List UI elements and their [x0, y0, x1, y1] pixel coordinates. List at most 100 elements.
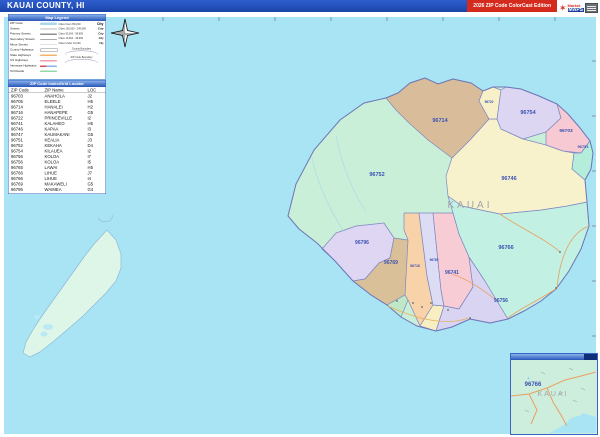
edition-banner: 2026 ZIP Code ColorCast Edition	[467, 0, 557, 12]
cell-loc: G4	[88, 187, 103, 192]
publisher-logo: ✶ Market MAPS	[557, 0, 600, 16]
table-row: 96766LIHUEI4	[9, 176, 106, 182]
cell-loc: D4	[88, 143, 103, 148]
table-row: 96796WAIMEAG4	[9, 187, 106, 193]
legend-city-sample: City	[97, 23, 105, 27]
cell-zip-name: ELEELE	[45, 99, 88, 104]
table-row: 96756KOLOAI7	[9, 154, 106, 160]
table-row: 96765LAWAIH5	[9, 165, 106, 171]
table-row: 96741KALAHEOH5	[9, 121, 106, 127]
inset-zip-label: 96766	[525, 382, 542, 388]
cell-zip-name: LIHUE	[45, 176, 88, 181]
legend-item-swatch	[40, 60, 57, 62]
zip-label-96714: 96714	[432, 118, 448, 124]
cell-zip-name: MAKAWELI	[45, 181, 88, 186]
cell-loc: G5	[88, 132, 103, 137]
zip-label-96703: 96703	[559, 128, 573, 134]
cell-zip-name: KAPAA	[45, 126, 88, 131]
legend-city-list: Cities Over 250,000CityCities 100,000 - …	[59, 22, 105, 63]
cell-zip-name: LIHUE	[45, 170, 88, 175]
cell-zip-name: KEALIA	[45, 137, 88, 142]
legend-item-swatch	[40, 55, 57, 57]
inset-map-svg: 96766 KAUAI +	[511, 360, 596, 433]
cell-zip-name: KEKAHA	[45, 143, 88, 148]
cell-loc: J2	[88, 93, 103, 98]
zip-label-96754: 96754	[520, 110, 536, 116]
zip-label-96756: 96756	[494, 298, 508, 304]
legend-city-label: Cities Under 10,000	[59, 42, 81, 45]
cell-loc: H5	[88, 121, 103, 126]
table-row: 96703ANAHOLAJ2	[9, 93, 106, 99]
cell-zip-name: KAUMAKANI	[45, 132, 88, 137]
legend-item-label: ZIP Code	[10, 22, 39, 25]
cell-loc: H2	[88, 104, 103, 109]
cell-zip-name: ANAHOLA	[45, 93, 88, 98]
col-zip-name: ZIP Name	[45, 87, 88, 92]
table-row: 96756KOLOAI5	[9, 159, 106, 165]
cell-zip-name: HANAPEPE	[45, 110, 88, 115]
cell-loc: J7	[88, 170, 103, 175]
cell-zip-name: PRINCEVILLE	[45, 115, 88, 120]
legend-city-label: Cities 100,000 - 249,999	[59, 28, 86, 31]
legend-item-label: State Highways	[10, 54, 39, 57]
table-row: 96766LIHUEJ7	[9, 170, 106, 176]
zip-label-96746: 96746	[501, 176, 516, 182]
cell-loc: G5	[88, 181, 103, 186]
zip-index-panel: ZIP Code Index/Grid Locator ZIP Code ZIP…	[8, 80, 106, 194]
cell-loc: I2	[88, 115, 103, 120]
cell-zip-code: 96754	[9, 148, 45, 153]
cell-loc: H5	[88, 165, 103, 170]
zip-label-96722: 96722	[485, 100, 494, 104]
legend-city-sample: City	[99, 37, 105, 40]
page-title: KAUAI COUNTY, HI	[7, 1, 85, 10]
legend-boundary-item: ZIP Code Boundary	[59, 56, 105, 63]
legend-item-label: Streets	[10, 27, 39, 30]
inset-title-bar	[511, 354, 597, 360]
legend-panel: Map Legend ZIP CodeStreetsPrimary Street…	[8, 14, 106, 80]
legend-item-swatch	[40, 33, 57, 35]
inset-island-label: KAUAI	[537, 391, 568, 398]
legend-boundary-arc	[65, 50, 98, 54]
cell-zip-code: 96765	[9, 165, 45, 170]
table-row: 96746KAPAAI3	[9, 126, 106, 132]
cell-zip-code: 96752	[9, 143, 45, 148]
cell-zip-code: 96722	[9, 115, 45, 120]
cell-zip-name: KILAUEA	[45, 148, 88, 153]
cell-zip-code: 96769	[9, 181, 45, 186]
logo-star-icon: ✶	[559, 4, 567, 13]
logo-brand-bottom: MAPS	[568, 8, 584, 12]
cell-zip-code: 96766	[9, 176, 45, 181]
cell-loc: I3	[88, 126, 103, 131]
table-row: 96716HANAPEPEG5	[9, 110, 106, 116]
legend-item-label: County Highways	[10, 49, 39, 52]
cell-zip-name: KOLOA	[45, 154, 88, 159]
legend-boundary-arc	[65, 59, 98, 63]
zip-label-96765: 96765	[430, 258, 439, 262]
legend-city-sample: City	[99, 42, 104, 45]
cell-zip-code: 96756	[9, 159, 45, 164]
cell-zip-code: 96714	[9, 104, 45, 109]
legend-item-label: Secondary Streets	[10, 38, 39, 41]
cell-loc: J3	[88, 137, 103, 142]
cell-loc: I2	[88, 148, 103, 153]
cell-zip-code: 96756	[9, 154, 45, 159]
zip-label-96766: 96766	[498, 245, 513, 251]
cell-zip-name: LAWAI	[45, 165, 88, 170]
table-row: 96705ELEELEH5	[9, 99, 106, 105]
zip-index-body: 96703ANAHOLAJ296705ELEELEH596714HANALEIH…	[9, 93, 106, 192]
zip-label-96741: 96741	[445, 270, 459, 276]
logo-info-box	[585, 3, 598, 13]
cell-zip-name: WAIMEA	[45, 187, 88, 192]
legend-city-label: Cities 50,000 - 99,999	[59, 32, 83, 35]
table-row: 96722PRINCEVILLEI2	[9, 115, 106, 121]
legend-item-label: US Highways	[10, 59, 39, 62]
inset-title-segment	[584, 354, 597, 360]
cell-zip-code: 96741	[9, 121, 45, 126]
legend-city-item: Cities Under 10,000 City	[59, 41, 105, 46]
cell-zip-name: KALAHEO	[45, 121, 88, 126]
legend-item-label: Minor Streets	[10, 43, 39, 46]
col-loc: LOC	[88, 87, 103, 92]
zip-label-96751: 96751	[577, 144, 589, 149]
inset-map: 96766 KAUAI +	[510, 353, 598, 435]
cell-zip-code: 96746	[9, 126, 45, 131]
